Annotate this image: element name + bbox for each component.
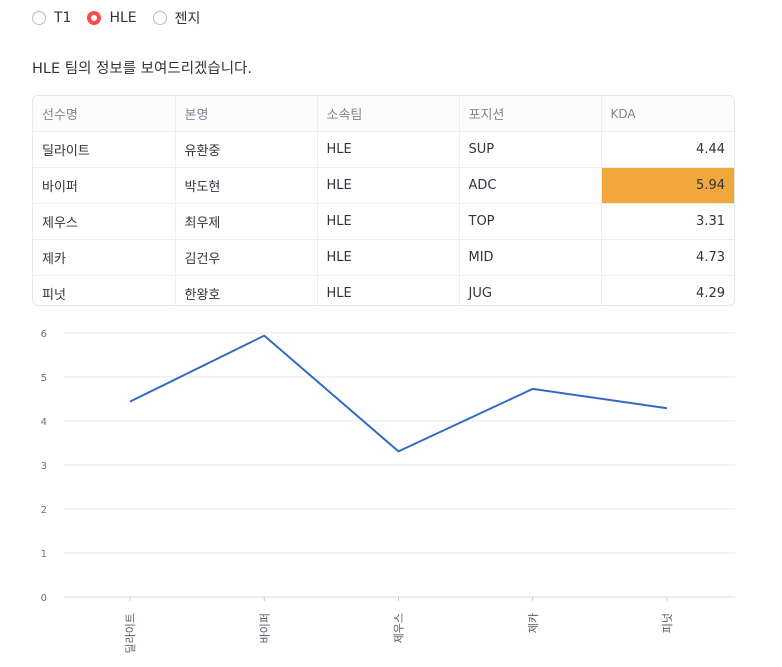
radio-option-t1[interactable]: T1 — [32, 10, 71, 26]
cell-realname[interactable]: 최우제 — [175, 203, 318, 240]
cell-position[interactable]: TOP — [459, 203, 602, 240]
table-row: 피넛 한왕호 HLE JUG 4.29 — [33, 275, 734, 306]
cell-realname[interactable]: 한왕호 — [175, 275, 318, 305]
table-row: 제카 김건우 HLE MID 4.73 — [33, 239, 734, 276]
y-tick-label: 0 — [41, 593, 47, 604]
x-tick-label: 피넛 — [661, 613, 674, 633]
series-line[interactable] — [129, 334, 668, 453]
table-row: 제우스 최우제 HLE TOP 3.31 — [33, 203, 734, 240]
player-table[interactable]: 선수명 본명 소속팀 포지션 KDA 딜라이트 유환중 HLE SUP 4.44… — [32, 95, 735, 306]
cell-player[interactable]: 딜라이트 — [33, 131, 176, 168]
column-header-position[interactable]: 포지션 — [459, 96, 602, 132]
x-tick-label: 제우스 — [393, 613, 406, 643]
cell-kda[interactable]: 3.31 — [601, 203, 734, 240]
cell-position[interactable]: MID — [459, 239, 602, 276]
cell-kda[interactable]: 4.29 — [601, 276, 734, 306]
cell-realname[interactable]: 유환중 — [175, 131, 318, 168]
y-tick-label: 2 — [41, 505, 47, 516]
column-header-team[interactable]: 소속팀 — [317, 96, 460, 132]
cell-team[interactable]: HLE — [317, 167, 460, 204]
cell-kda[interactable]: 4.73 — [601, 239, 734, 276]
cell-kda[interactable]: 4.44 — [601, 131, 734, 168]
table-row: 딜라이트 유환중 HLE SUP 4.44 — [33, 131, 734, 168]
cell-player[interactable]: 제카 — [33, 239, 176, 276]
column-header-player[interactable]: 선수명 — [33, 96, 176, 132]
y-tick-label: 5 — [41, 373, 47, 384]
radio-label: T1 — [54, 10, 72, 26]
x-tick-label: 제카 — [527, 613, 540, 633]
radio-option-geng[interactable]: 젠지 — [152, 8, 201, 28]
column-header-realname[interactable]: 본명 — [175, 96, 318, 132]
cell-position[interactable]: SUP — [459, 131, 602, 168]
radio-option-hle[interactable]: HLE — [87, 10, 137, 26]
cell-team[interactable]: HLE — [317, 131, 460, 168]
team-radio-group: T1 HLE 젠지 — [32, 6, 216, 30]
cell-team[interactable]: HLE — [317, 203, 460, 240]
kda-line-chart[interactable]: 0 1 2 3 4 5 6 딜라이트 바이퍼 제우스 제카 피넛 — [0, 316, 782, 667]
radio-circle-icon[interactable] — [32, 11, 46, 25]
cell-team[interactable]: HLE — [317, 239, 460, 276]
x-tick-label: 바이퍼 — [258, 613, 271, 643]
y-tick-label: 4 — [41, 417, 47, 428]
cell-realname[interactable]: 박도현 — [175, 167, 318, 204]
radio-circle-icon[interactable] — [152, 11, 167, 25]
cell-realname[interactable]: 김건우 — [175, 239, 318, 276]
cell-position[interactable]: ADC — [459, 167, 602, 204]
team-description: HLE 팀의 정보를 보여드리겠습니다. — [32, 61, 252, 77]
column-header-kda[interactable]: KDA — [601, 96, 734, 132]
cell-player[interactable]: 피넛 — [33, 275, 176, 305]
x-tick-label: 딜라이트 — [124, 613, 137, 653]
cell-kda-highlighted[interactable]: 5.94 — [601, 167, 734, 204]
table-header-row: 선수명 본명 소속팀 포지션 KDA — [33, 96, 734, 132]
radio-label: 젠지 — [174, 11, 201, 27]
cell-player[interactable]: 바이퍼 — [33, 167, 176, 204]
cell-position[interactable]: JUG — [459, 275, 602, 305]
cell-player[interactable]: 제우스 — [33, 203, 176, 240]
y-tick-label: 1 — [41, 549, 47, 560]
radio-label: HLE — [109, 10, 137, 26]
y-tick-label: 6 — [41, 329, 47, 340]
radio-checked-icon[interactable] — [87, 11, 102, 25]
table-row: 바이퍼 박도현 HLE ADC 5.94 — [33, 167, 734, 204]
y-tick-label: 3 — [41, 461, 47, 472]
cell-team[interactable]: HLE — [317, 275, 460, 305]
